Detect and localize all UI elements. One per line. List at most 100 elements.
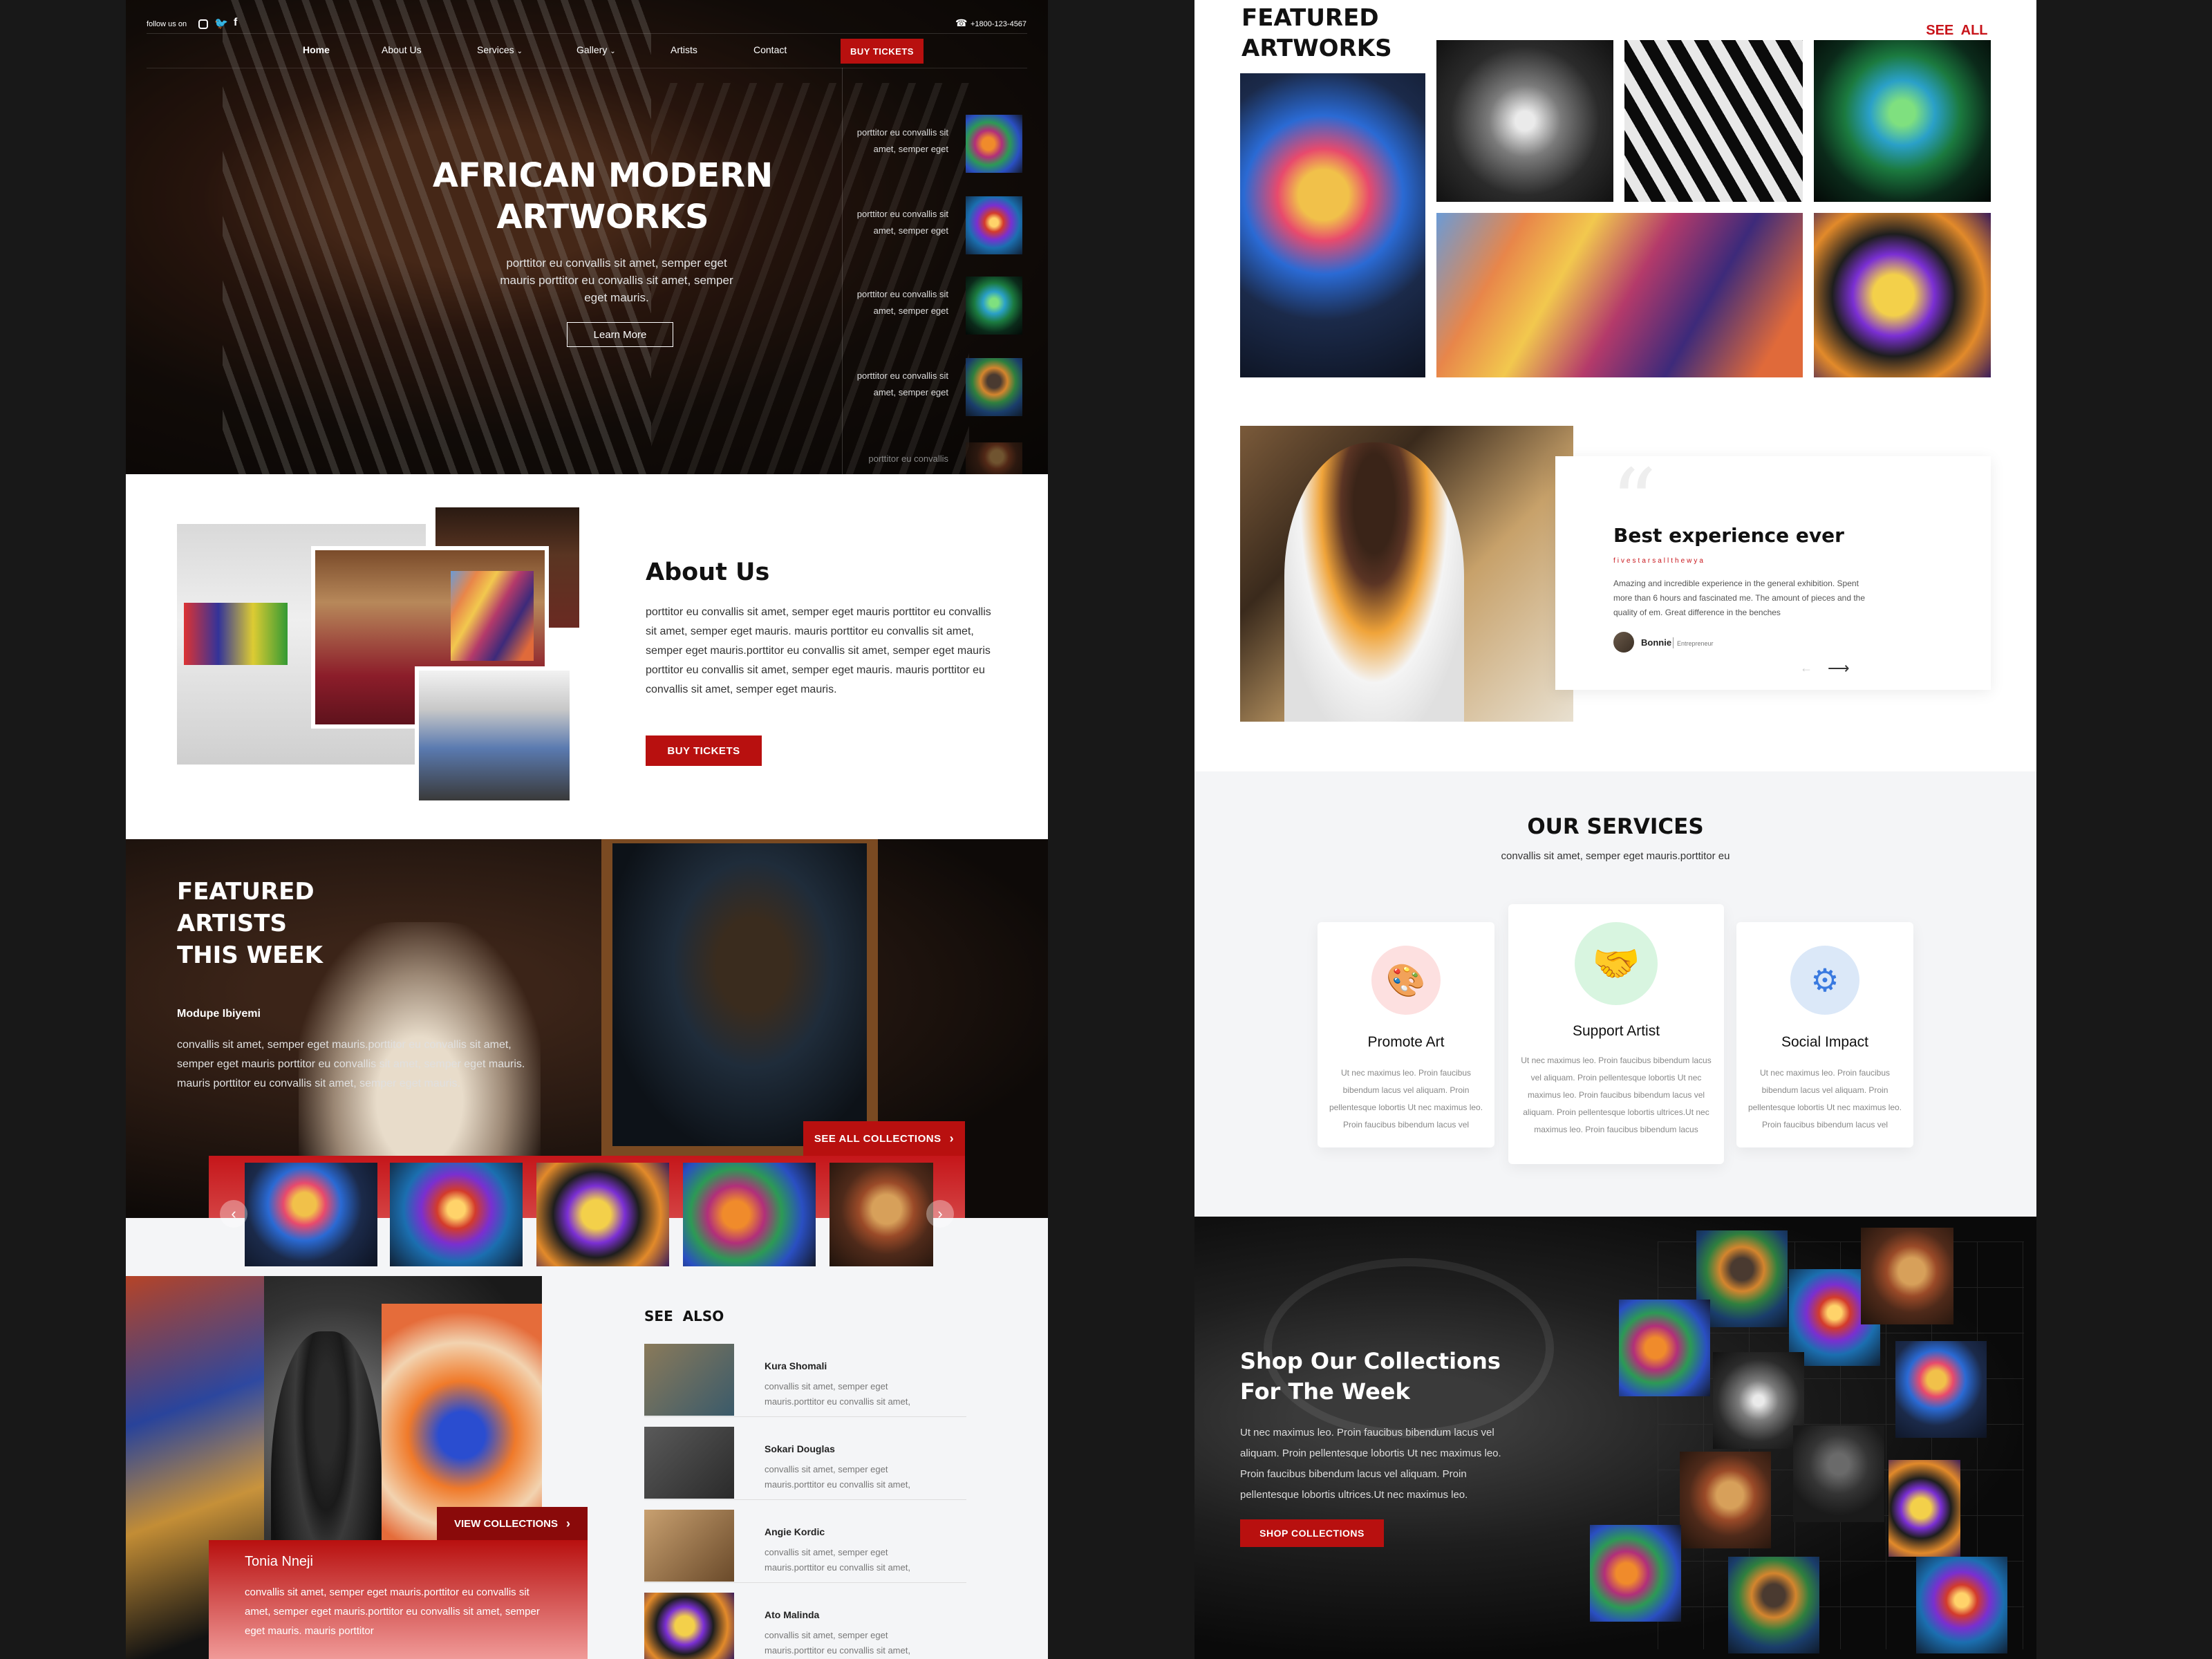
service-card-text: Ut nec maximus leo. Proin faucibus biben…	[1329, 1068, 1483, 1130]
list-item[interactable]: Sokari Douglas convallis sit amet, sempe…	[644, 1427, 966, 1500]
chevron-right-icon: ›	[949, 1131, 955, 1145]
view-collections-button[interactable]: VIEW COLLECTIONS ›	[437, 1507, 588, 1540]
carousel-thumbnail[interactable]	[390, 1163, 523, 1266]
chevron-down-icon: ⌄	[516, 48, 523, 55]
instagram-icon[interactable]	[198, 19, 208, 29]
collage-artwork[interactable]	[1619, 1300, 1710, 1396]
list-item-desc: convallis sit amet, semper eget	[765, 1547, 888, 1557]
nav-home[interactable]: Home	[303, 44, 330, 55]
artwork-tile[interactable]	[1814, 40, 1991, 202]
chevron-right-icon: ›	[566, 1516, 570, 1530]
nav-artists[interactable]: Artists	[671, 44, 697, 55]
artwork-tile[interactable]	[1436, 213, 1803, 377]
featured-artworks-section: FEATURED ARTWORKS SEE ALL › “ Best exper…	[1194, 0, 2036, 771]
list-item-desc: mauris.porttitor eu convallis sit amet,	[765, 1396, 910, 1407]
chevron-left-icon: ‹	[231, 1205, 236, 1222]
collage-artwork[interactable]	[1680, 1452, 1771, 1548]
featured-artists-title-line1: FEATURED	[177, 878, 315, 906]
service-card-title: Social Impact	[1781, 1034, 1869, 1050]
collage-artwork[interactable]	[1590, 1525, 1681, 1622]
collage-artwork[interactable]	[1888, 1460, 1960, 1557]
artwork-tile[interactable]	[1436, 40, 1613, 202]
nav-contact[interactable]: Contact	[753, 44, 787, 55]
shop-title-line1: Shop Our Collections	[1240, 1348, 1501, 1374]
list-item-thumbnail	[644, 1344, 734, 1416]
side-slider-divider	[842, 68, 843, 474]
service-card-title: Support Artist	[1572, 1023, 1660, 1039]
side-item-thumbnail	[966, 196, 1022, 254]
artwork-tile[interactable]	[1814, 213, 1991, 377]
spotlight-artist-name: Tonia Nneji	[245, 1554, 313, 1569]
nav-about[interactable]: About Us	[382, 44, 422, 55]
list-item-name: Sokari Douglas	[765, 1443, 835, 1454]
author-divider	[1673, 637, 1674, 648]
testimonial-author: Bonnie	[1641, 637, 1672, 648]
learn-more-button[interactable]: Learn More	[567, 322, 673, 347]
buy-tickets-button[interactable]: BUY TICKETS	[841, 39, 924, 64]
side-item[interactable]: porttitor eu convallis sit amet, semper …	[852, 115, 1038, 177]
collage-artwork[interactable]	[1916, 1557, 2007, 1653]
testimonial-role: Entrepreneur	[1677, 640, 1714, 647]
side-item[interactable]: porttitor eu convallis sit amet, semper …	[852, 196, 1038, 259]
service-card-promote-art[interactable]: 🎨 Promote Art Ut nec maximus leo. Proin …	[1318, 922, 1494, 1147]
hero-title-line1: AFRICAN MODERN	[432, 156, 774, 195]
testimonial-portrait	[1284, 442, 1464, 722]
service-card-text: Ut nec maximus leo. Proin faucibus biben…	[1747, 1068, 1902, 1130]
service-card-social-impact[interactable]: ⚙ Social Impact Ut nec maximus leo. Proi…	[1736, 922, 1913, 1147]
carousel-thumbnail[interactable]	[536, 1163, 669, 1266]
top-divider	[147, 33, 1027, 34]
see-also-title: SEE ALSO	[644, 1308, 724, 1324]
about-photo-visitors	[415, 666, 574, 805]
side-item-text: porttitor eu convallis sit amet, semper …	[856, 289, 948, 316]
list-item[interactable]: Ato Malinda convallis sit amet, semper e…	[644, 1593, 966, 1659]
hero-subtitle: porttitor eu convallis sit amet, semper …	[500, 256, 733, 304]
carousel-thumbnail[interactable]	[245, 1163, 377, 1266]
carousel-prev-button[interactable]: ‹	[220, 1200, 247, 1228]
list-item[interactable]: Angie Kordic convallis sit amet, semper …	[644, 1510, 966, 1583]
list-item-name: Kura Shomali	[765, 1360, 827, 1371]
artwork-tile[interactable]	[1240, 73, 1425, 377]
list-item[interactable]: Kura Shomali convallis sit amet, semper …	[644, 1344, 966, 1417]
list-item-thumbnail	[644, 1427, 734, 1499]
palette-icon: 🎨	[1371, 946, 1441, 1015]
collage-artwork[interactable]	[1793, 1425, 1884, 1522]
side-item-thumbnail	[966, 276, 1022, 335]
collage-artwork[interactable]	[1861, 1228, 1953, 1324]
about-section: About Us porttitor eu convallis sit amet…	[126, 474, 1048, 839]
service-card-support-artist[interactable]: 🤝 Support Artist Ut nec maximus leo. Pro…	[1508, 904, 1724, 1164]
about-photo-gallery-art	[184, 603, 288, 665]
arrow-left-icon[interactable]: ←	[1800, 661, 1812, 675]
featured-artists-title-line3: THIS WEEK	[177, 941, 323, 969]
side-item-thumbnail	[966, 115, 1022, 173]
side-item-text: porttitor eu convallis sit amet, semper …	[856, 371, 948, 397]
carousel-next-button[interactable]: ›	[926, 1200, 954, 1228]
service-card-text: Ut nec maximus leo. Proin faucibus biben…	[1521, 1056, 1712, 1134]
side-item[interactable]: porttitor eu convallis sit amet, semper …	[852, 276, 1038, 339]
nav-gallery[interactable]: Gallery ⌄	[577, 44, 616, 55]
arrow-right-icon[interactable]: ⟶	[1828, 659, 1850, 677]
collage-artwork[interactable]	[1728, 1557, 1819, 1653]
collage-artwork[interactable]	[1895, 1341, 1987, 1438]
collage-artwork[interactable]	[1713, 1352, 1804, 1449]
testimonial-tagline: fivestarsallthewya	[1613, 557, 1705, 565]
avatar	[1613, 632, 1634, 653]
side-item-thumbnail	[966, 358, 1022, 416]
twitter-icon[interactable]: 🐦	[214, 17, 228, 30]
hero-title-line2: ARTWORKS	[496, 198, 709, 236]
nav-services-label: Services	[477, 44, 514, 55]
side-item-thumbnail-partial	[966, 442, 1022, 474]
side-item-text: porttitor eu convallis sit amet, semper …	[856, 209, 948, 236]
artwork-tile[interactable]	[1624, 40, 1803, 202]
services-title: OUR SERVICES	[1527, 814, 1704, 839]
facebook-icon[interactable]: f	[234, 17, 237, 29]
spotlight-artist-bio: convallis sit amet, semper eget mauris.p…	[245, 1586, 540, 1637]
about-buy-tickets-button[interactable]: BUY TICKETS	[646, 735, 762, 766]
nav-services[interactable]: Services ⌄	[477, 44, 523, 55]
about-photo-hall-art	[451, 571, 534, 661]
shop-collections-button[interactable]: SHOP COLLECTIONS	[1240, 1519, 1384, 1547]
list-item-desc: convallis sit amet, semper eget	[765, 1630, 888, 1640]
carousel-thumbnail[interactable]	[830, 1163, 933, 1266]
carousel-thumbnail[interactable]	[683, 1163, 816, 1266]
side-item[interactable]: porttitor eu convallis sit amet, semper …	[852, 358, 1038, 420]
see-all-collections-button[interactable]: SEE ALL COLLECTIONS ›	[803, 1121, 965, 1156]
